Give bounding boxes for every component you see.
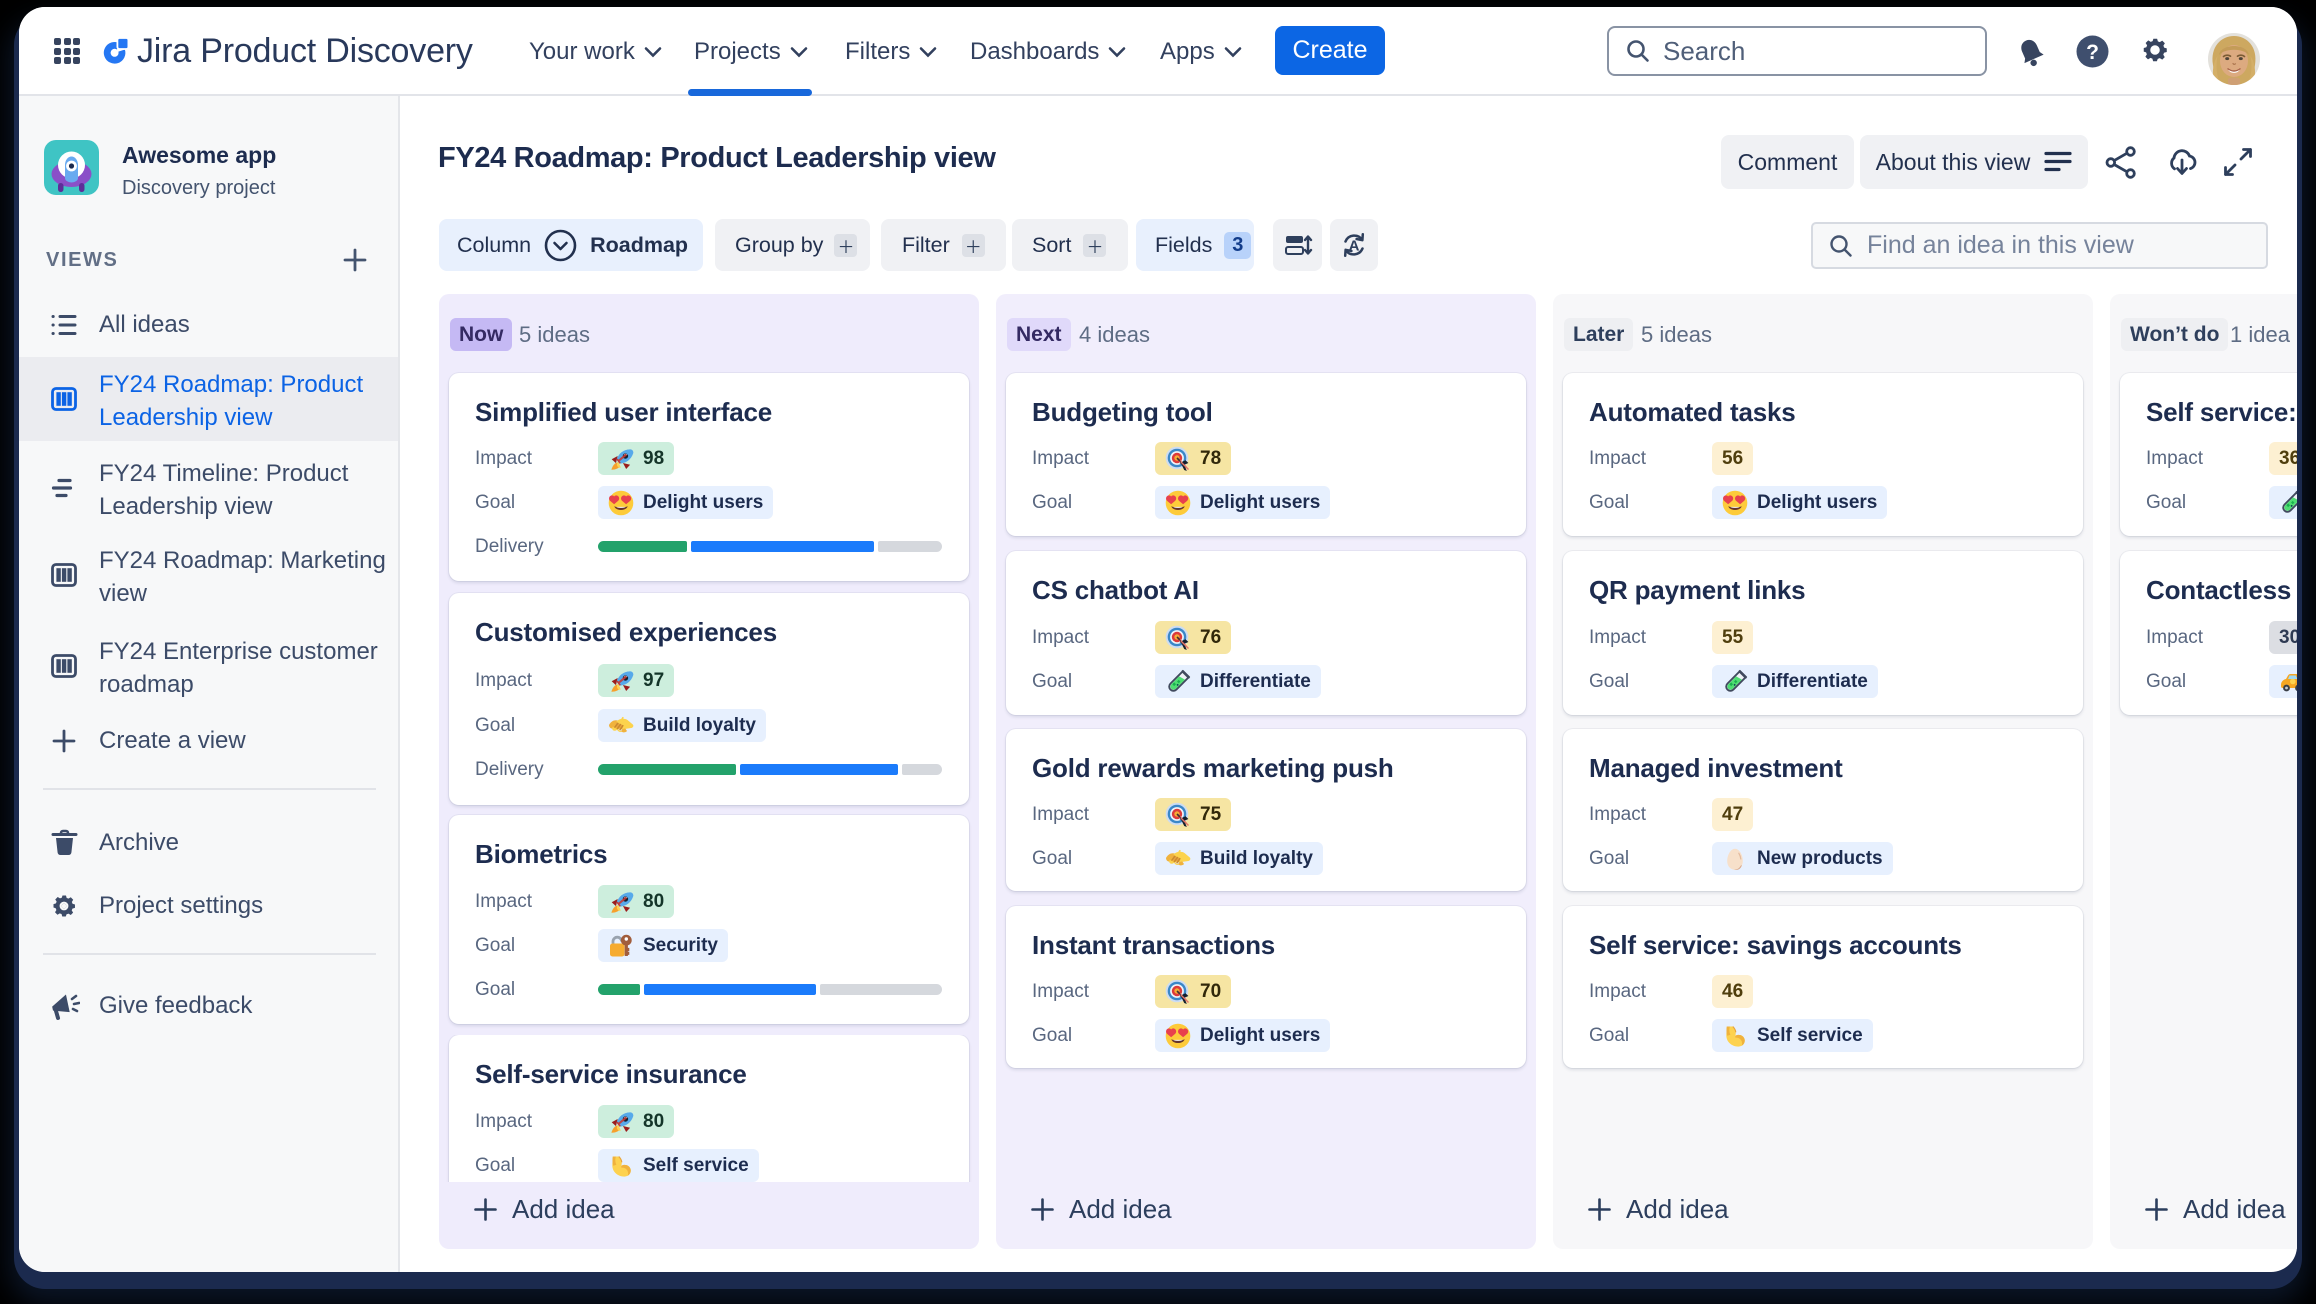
svg-text:?: ? [2086, 41, 2099, 64]
svg-text:A: A [1349, 238, 1360, 255]
